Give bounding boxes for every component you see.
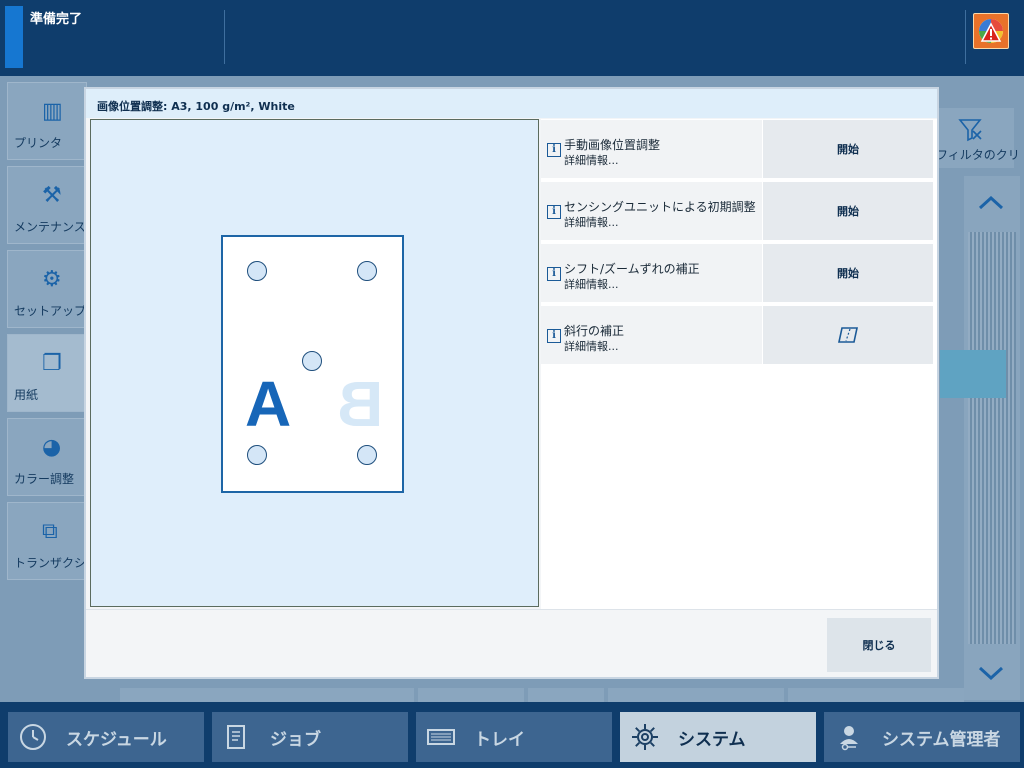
- details-link[interactable]: 詳細情報...: [564, 152, 619, 168]
- start-button[interactable]: 開始: [763, 182, 933, 240]
- dialog-footer: 閉じる: [86, 609, 937, 677]
- details-link[interactable]: 詳細情報...: [564, 338, 619, 354]
- paper-icon: ❐: [42, 351, 62, 376]
- document-icon: [212, 723, 262, 751]
- sidebar-item-label: セットアップ: [14, 304, 87, 318]
- sidebar-item-label: プリンタ: [14, 136, 63, 150]
- sidebar-item-label: 用紙: [14, 388, 39, 402]
- info-icon[interactable]: i: [547, 267, 561, 281]
- table-row: [528, 688, 604, 702]
- sidebar-item-setup[interactable]: ⚙ セットアップ: [7, 250, 87, 328]
- sidebar-item-paper[interactable]: ❐ 用紙: [7, 334, 87, 412]
- transaction-icon: ⧉: [42, 519, 58, 544]
- details-link[interactable]: 詳細情報...: [564, 276, 619, 292]
- sidebar-item-maintenance[interactable]: ⚒ メンテナンス: [7, 166, 87, 244]
- sidebar-item-color[interactable]: ◕ カラー調整: [7, 418, 87, 496]
- sheet-preview: A B: [90, 119, 539, 607]
- info-icon[interactable]: i: [547, 205, 561, 219]
- dialog-title-bar: 画像位置調整: A3, 100 g/m², White: [86, 89, 937, 118]
- skew-icon: [838, 327, 858, 343]
- tab-label: システム: [678, 729, 746, 750]
- tab-label: トレイ: [474, 729, 525, 750]
- info-icon[interactable]: i: [547, 143, 561, 157]
- action-info[interactable]: i センシングユニットによる初期調整 詳細情報...: [541, 182, 762, 240]
- action-title: 斜行の補正: [564, 324, 625, 338]
- sidebar-item-label: メンテナンス: [14, 220, 86, 234]
- divider: [965, 10, 966, 64]
- tab-jobs[interactable]: ジョブ: [212, 712, 408, 762]
- printer-icon: ▥: [42, 99, 63, 124]
- sidebar-item-printer[interactable]: ▥ プリンタ: [7, 82, 87, 160]
- list-item: i 手動画像位置調整 詳細情報... 開始: [541, 120, 935, 178]
- action-info[interactable]: i 手動画像位置調整 詳細情報...: [541, 120, 762, 178]
- sidebar-item-transaction[interactable]: ⧉ トランザクション: [7, 502, 110, 580]
- start-button[interactable]: 開始: [763, 244, 933, 302]
- color-icon: ◕: [42, 435, 62, 460]
- image-position-dialog: 画像位置調整: A3, 100 g/m², White A B i 手動画像位置…: [84, 87, 939, 679]
- status-bar: 準備完了: [0, 0, 1024, 76]
- action-title: シフト/ズームずれの補正: [564, 262, 700, 276]
- dialog-title: 画像位置調整: A3, 100 g/m², White: [97, 100, 295, 113]
- close-button[interactable]: 閉じる: [827, 618, 931, 672]
- tray-icon: [416, 727, 466, 747]
- info-icon[interactable]: i: [547, 329, 561, 343]
- start-button[interactable]: 開始: [763, 120, 933, 178]
- tab-system[interactable]: システム: [620, 712, 816, 762]
- tab-label: システム管理者: [882, 729, 1001, 750]
- registration-mark: [302, 351, 322, 371]
- tab-label: スケジュール: [66, 729, 167, 750]
- scroll-up-button[interactable]: [966, 178, 1016, 228]
- tab-system-admin[interactable]: システム管理者: [824, 712, 1020, 762]
- status-text: 準備完了: [30, 12, 83, 27]
- maintenance-icon: ⚒: [42, 183, 62, 208]
- action-info[interactable]: i シフト/ズームずれの補正 詳細情報...: [541, 244, 762, 302]
- filter-clear-label: フィルタのクリア: [936, 148, 1020, 162]
- filter-clear-icon: [958, 119, 982, 142]
- tab-tray[interactable]: トレイ: [416, 712, 612, 762]
- registration-mark: [247, 261, 267, 281]
- divider: [224, 10, 225, 64]
- action-list: i 手動画像位置調整 詳細情報... 開始 i センシングユニットによる初期調整…: [541, 119, 937, 609]
- registration-mark: [247, 445, 267, 465]
- list-item[interactable]: [940, 350, 1006, 398]
- scroll-track[interactable]: [968, 232, 1016, 644]
- bottom-navigation: スケジュール ジョブ トレイ システム システム管理者: [0, 702, 1024, 768]
- alert-icon[interactable]: [973, 13, 1009, 49]
- skew-correction-button[interactable]: [763, 306, 933, 364]
- chevron-down-icon: [978, 666, 1004, 680]
- front-side-letter: A: [245, 368, 292, 440]
- chevron-up-icon: [978, 196, 1004, 210]
- list-item: i センシングユニットによる初期調整 詳細情報... 開始: [541, 182, 935, 240]
- back-side-letter: B: [337, 368, 384, 440]
- action-info[interactable]: i 斜行の補正 詳細情報...: [541, 306, 762, 364]
- details-link[interactable]: 詳細情報...: [564, 214, 619, 230]
- tab-schedule[interactable]: スケジュール: [8, 712, 204, 762]
- registration-mark: [357, 261, 377, 281]
- table-row: [608, 688, 784, 702]
- setup-icon: ⚙: [42, 267, 62, 292]
- admin-icon: [824, 722, 874, 752]
- clock-icon: [8, 722, 58, 752]
- table-row: [120, 688, 414, 702]
- scroll-down-button[interactable]: [966, 648, 1016, 698]
- paper-sheet: A B: [221, 235, 404, 493]
- tab-label: ジョブ: [270, 729, 321, 750]
- list-item: i シフト/ズームずれの補正 詳細情報... 開始: [541, 244, 935, 302]
- gear-icon: [620, 722, 670, 752]
- action-title: センシングユニットによる初期調整: [564, 200, 756, 214]
- list-item: i 斜行の補正 詳細情報...: [541, 306, 935, 364]
- table-row: [418, 688, 524, 702]
- status-indicator: [5, 6, 23, 68]
- registration-mark: [357, 445, 377, 465]
- sidebar-item-label: カラー調整: [14, 472, 75, 486]
- action-title: 手動画像位置調整: [564, 138, 661, 152]
- table-row: [788, 688, 964, 702]
